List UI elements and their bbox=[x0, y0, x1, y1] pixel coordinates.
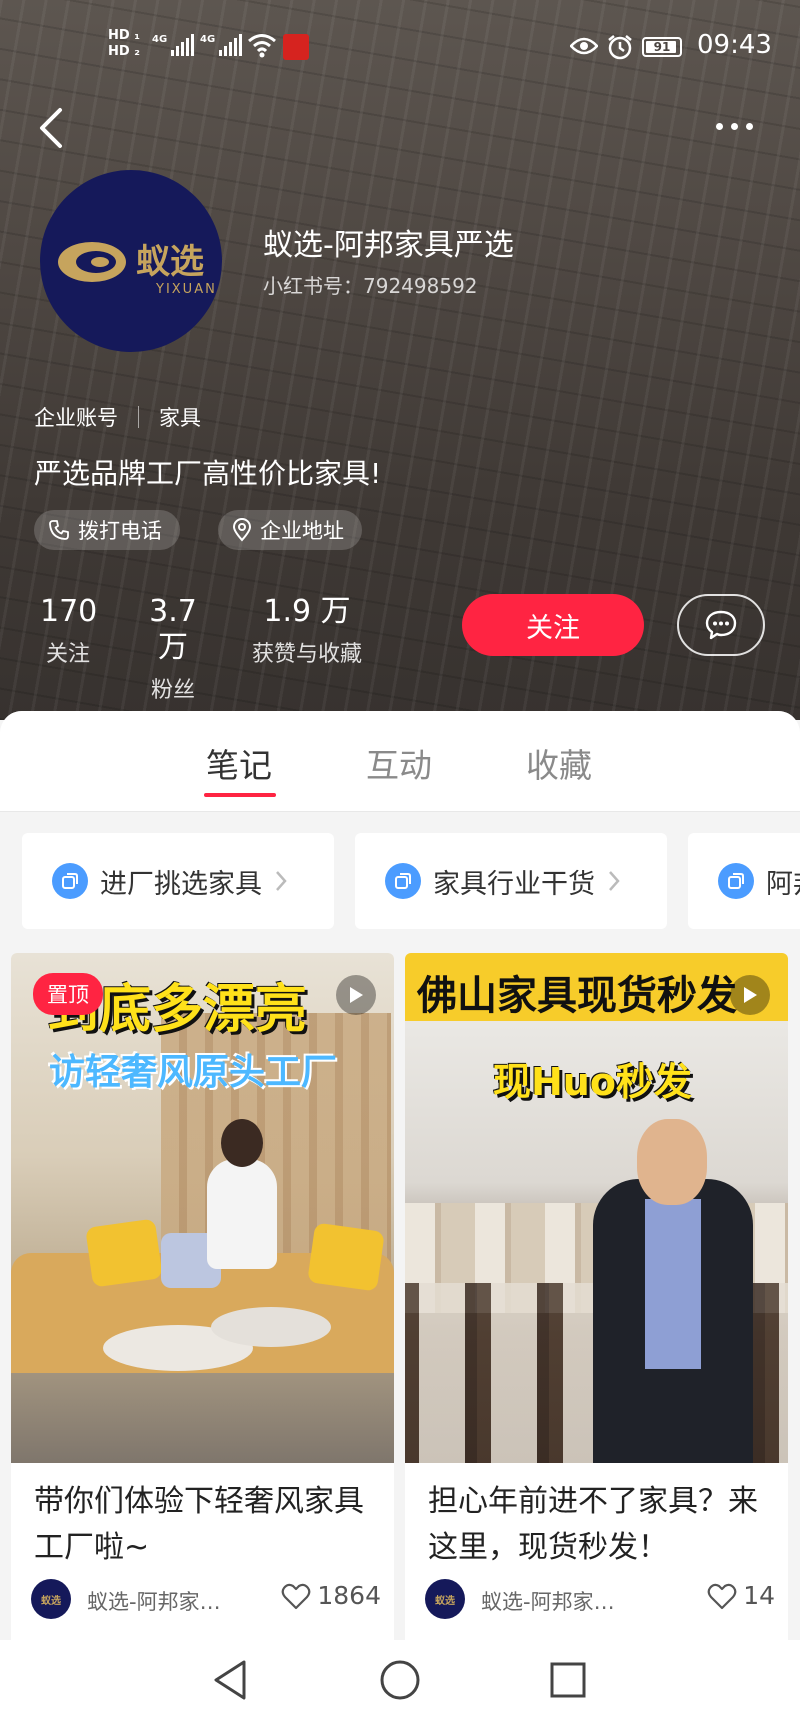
stat-likes[interactable]: 1.9 万 获赞与收藏 bbox=[246, 594, 368, 668]
more-icon[interactable] bbox=[716, 116, 764, 136]
heart-icon bbox=[707, 1583, 737, 1609]
call-label: 拨打电话 bbox=[78, 519, 162, 543]
chevron-right-icon bbox=[609, 871, 620, 891]
collection-item[interactable]: 进厂挑选家具 bbox=[22, 833, 334, 929]
play-icon bbox=[730, 975, 770, 1015]
status-bar: HD ₁ HD ₂ 4G 4G 91 09:43 bbox=[0, 28, 800, 72]
follow-button[interactable]: 关注 bbox=[462, 594, 644, 656]
author-avatar[interactable]: 蚁选 bbox=[31, 1579, 71, 1619]
note-thumbnail: 佛山家具现货秒发 现Huo秒发 bbox=[405, 953, 788, 1463]
like-counter[interactable]: 14 bbox=[707, 1581, 775, 1610]
note-title: 带你们体验下轻奢风家具工厂啦~ bbox=[34, 1484, 364, 1565]
account-type-tag: 企业账号 bbox=[34, 406, 118, 430]
avatar[interactable]: 蚁选 YIXUAN bbox=[40, 170, 222, 352]
profile-bio: 严选品牌工厂高性价比家具! bbox=[34, 457, 382, 490]
tab-interactions[interactable]: 互动 bbox=[366, 739, 432, 787]
like-count: 1864 bbox=[317, 1581, 381, 1610]
signal-icon-1: 4G bbox=[152, 34, 195, 56]
stat-following[interactable]: 170 关注 bbox=[40, 594, 98, 668]
cushion-shape bbox=[307, 1222, 385, 1292]
note-title: 担心年前进不了家具？来这里，现货秒发！ bbox=[428, 1484, 758, 1565]
heart-icon bbox=[282, 1583, 311, 1609]
avatar-logo-text: 蚁选 bbox=[136, 242, 204, 282]
like-count: 14 bbox=[743, 1581, 775, 1610]
tag-divider bbox=[138, 406, 139, 428]
note-meta: 蚁选 蚁选-阿邦家具… 14 bbox=[425, 1577, 775, 1621]
author-avatar[interactable]: 蚁选 bbox=[425, 1579, 465, 1619]
tab-bar: 笔记 互动 收藏 bbox=[0, 711, 800, 812]
table-shape bbox=[211, 1307, 331, 1347]
collection-item[interactable]: 阿邦 bbox=[688, 833, 800, 929]
battery-level: 91 bbox=[653, 40, 671, 54]
person-shape bbox=[207, 1159, 277, 1269]
battery-icon: 91 bbox=[642, 37, 682, 57]
stat-followers-label: 粉丝 bbox=[150, 678, 195, 703]
wifi-icon bbox=[248, 34, 276, 58]
note-card[interactable]: 到底多漂亮 访轻奢风原头工厂 置顶 带你们体验下轻奢风家具工厂啦~ 蚁选 蚁选-… bbox=[11, 953, 394, 1653]
author-name[interactable]: 蚁选-阿邦家具… bbox=[481, 1586, 631, 1616]
person-head-shape bbox=[637, 1119, 707, 1205]
collection-icon bbox=[718, 863, 754, 899]
cushion-shape bbox=[85, 1218, 163, 1288]
shirt-shape bbox=[645, 1199, 701, 1369]
tab-notes[interactable]: 笔记 bbox=[206, 739, 272, 787]
pinned-badge: 置顶 bbox=[33, 973, 103, 1015]
status-time: 09:43 bbox=[697, 30, 772, 60]
note-thumbnail: 到底多漂亮 访轻奢风原头工厂 置顶 bbox=[11, 953, 394, 1463]
address-button[interactable]: 企业地址 bbox=[218, 510, 362, 550]
play-icon bbox=[336, 975, 376, 1015]
stat-likes-value: 1.9 万 bbox=[263, 594, 351, 629]
profile-tags: 企业账号 家具 bbox=[34, 402, 201, 432]
location-icon bbox=[232, 518, 252, 542]
profile-id: 小红书号：792498592 bbox=[263, 274, 478, 298]
profile-name: 蚁选-阿邦家具严选 bbox=[263, 228, 514, 263]
like-counter[interactable]: 1864 bbox=[281, 1581, 381, 1610]
nav-home-icon[interactable] bbox=[378, 1658, 422, 1702]
collection-icon bbox=[385, 863, 421, 899]
note-overlay-subtitle: 现Huo秒发 bbox=[493, 1060, 692, 1104]
hd-indicator: HD ₁ HD ₂ bbox=[108, 28, 140, 59]
system-nav-bar bbox=[0, 1640, 800, 1733]
logo-swirl-icon bbox=[58, 242, 126, 282]
tab-favorites[interactable]: 收藏 bbox=[526, 739, 592, 787]
stat-following-value: 170 bbox=[40, 594, 98, 629]
stat-followers-value: 3.7 万 bbox=[149, 594, 197, 665]
alarm-icon bbox=[608, 35, 632, 60]
nav-recents-icon[interactable] bbox=[548, 1658, 588, 1702]
category-tag: 家具 bbox=[159, 406, 201, 430]
collection-label: 阿邦 bbox=[766, 868, 800, 900]
app-notification-icon bbox=[283, 34, 309, 60]
collection-list: 进厂挑选家具 家具行业干货 阿邦 bbox=[0, 833, 800, 931]
profile-header: HD ₁ HD ₂ 4G 4G 91 09:43 蚁选 YIXUAN 蚁选-阿邦… bbox=[0, 0, 800, 720]
author-name[interactable]: 蚁选-阿邦家… bbox=[87, 1586, 237, 1616]
eye-icon bbox=[570, 37, 598, 55]
stat-followers[interactable]: 3.7 万 粉丝 bbox=[131, 594, 215, 704]
message-button[interactable] bbox=[677, 594, 765, 656]
back-icon[interactable] bbox=[36, 106, 66, 150]
note-card[interactable]: 佛山家具现货秒发 现Huo秒发 担心年前进不了家具？来这里，现货秒发！ 蚁选 蚁… bbox=[405, 953, 788, 1653]
collection-label: 进厂挑选家具 bbox=[100, 868, 262, 900]
note-overlay-title: 佛山家具现货秒发 bbox=[417, 973, 737, 1019]
content-sheet: 笔记 互动 收藏 进厂挑选家具 家具行业干货 阿邦 bbox=[0, 711, 800, 1733]
nav-back-icon[interactable] bbox=[210, 1658, 250, 1702]
collection-label: 家具行业干货 bbox=[433, 868, 595, 900]
stat-likes-label: 获赞与收藏 bbox=[251, 642, 362, 667]
chevron-right-icon bbox=[276, 871, 287, 891]
address-label: 企业地址 bbox=[260, 519, 344, 543]
person-head-shape bbox=[221, 1119, 263, 1167]
stat-following-label: 关注 bbox=[45, 642, 90, 667]
call-button[interactable]: 拨打电话 bbox=[34, 510, 180, 550]
collection-item[interactable]: 家具行业干货 bbox=[355, 833, 667, 929]
avatar-sub-text: YIXUAN bbox=[156, 282, 217, 297]
note-meta: 蚁选 蚁选-阿邦家… 1864 bbox=[31, 1577, 381, 1621]
note-overlay-subtitle: 访轻奢风原头工厂 bbox=[49, 1052, 338, 1093]
chat-icon bbox=[705, 610, 737, 640]
tab-active-indicator bbox=[204, 793, 276, 797]
collection-icon bbox=[52, 863, 88, 899]
phone-icon bbox=[49, 520, 69, 540]
signal-icon-2: 4G bbox=[200, 34, 243, 56]
